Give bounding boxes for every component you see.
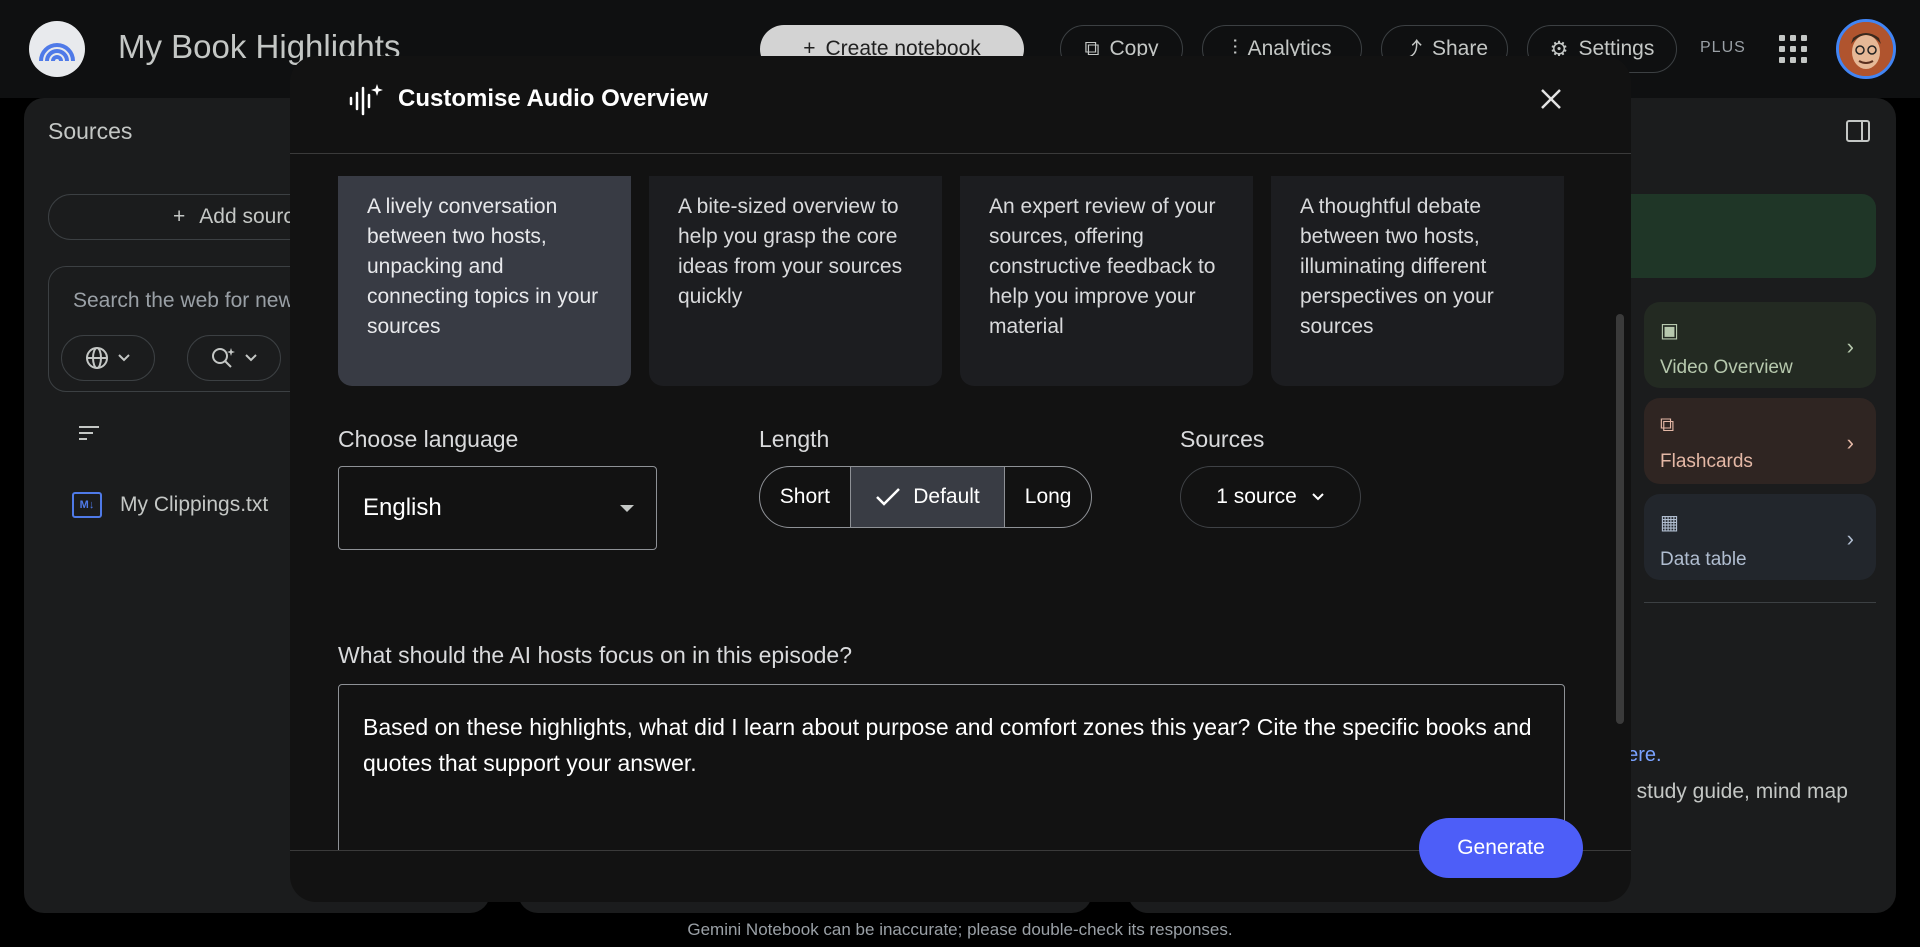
format-card-desc: An expert review of your sources, offeri… [989, 195, 1216, 338]
chevron-down-icon [118, 354, 130, 362]
dialog-scrollbar[interactable] [1616, 314, 1624, 724]
chevron-down-icon [245, 354, 257, 362]
format-card-debate[interactable]: A thoughtful debate between two hosts, i… [1271, 176, 1564, 386]
close-icon [1541, 89, 1561, 109]
focus-prompt-input[interactable]: Based on these highlights, what did I le… [338, 684, 1565, 850]
language-select[interactable]: English [338, 466, 657, 550]
avatar[interactable] [1836, 19, 1896, 79]
audio-sparkle-icon [349, 84, 383, 116]
customise-audio-dialog: Customise Audio Overview A lively conver… [290, 56, 1631, 902]
globe-icon [86, 347, 108, 369]
markdown-file-icon: M↓ [72, 492, 102, 518]
length-label: Length [759, 426, 830, 452]
check-icon [876, 488, 901, 506]
video-overview-card[interactable]: ▣ Video Overview › [1644, 302, 1876, 388]
research-mode-dropdown[interactable] [187, 335, 281, 381]
length-short-option[interactable]: Short [760, 467, 851, 527]
language-select-value: English [363, 494, 442, 521]
video-icon: ▣ [1660, 320, 1679, 342]
format-card-deep-dive[interactable]: A lively conversation between two hosts,… [338, 176, 631, 386]
length-segmented-control: Short Default Long [759, 466, 1092, 528]
disclaimer-text: Gemini Notebook can be inaccurate; pleas… [687, 920, 1233, 939]
dialog-header: Customise Audio Overview [290, 56, 1631, 154]
length-default-option[interactable]: Default [850, 467, 1006, 527]
data-table-card[interactable]: ▦ Data table › [1644, 494, 1876, 580]
table-icon: ▦ [1660, 512, 1679, 534]
apps-grid-icon[interactable] [1779, 35, 1807, 63]
web-source-dropdown[interactable] [61, 335, 155, 381]
format-card-desc: A thoughtful debate between two hosts, i… [1300, 195, 1494, 338]
chevron-right-icon: › [1846, 526, 1854, 551]
chevron-right-icon: › [1846, 334, 1854, 359]
close-button[interactable] [1530, 78, 1572, 120]
chevron-down-icon [1312, 493, 1324, 501]
flashcards-card[interactable]: ⧉ Flashcards › [1644, 398, 1876, 484]
format-card-desc: A lively conversation between two hosts,… [367, 195, 599, 338]
format-card-critique[interactable]: An expert review of your sources, offeri… [960, 176, 1253, 386]
sort-icon[interactable] [77, 424, 101, 442]
length-long-option[interactable]: Long [1005, 467, 1091, 527]
dialog-body: A lively conversation between two hosts,… [290, 154, 1631, 850]
generate-button[interactable]: Generate [1419, 818, 1583, 878]
sources-label: Sources [1180, 426, 1265, 452]
sources-panel-title: Sources [48, 118, 133, 144]
language-label: Choose language [338, 426, 519, 452]
flashcards-icon: ⧉ [1660, 414, 1675, 436]
studio-divider [1644, 602, 1876, 603]
source-item-label: My Clippings.txt [120, 493, 269, 516]
plus-icon: + [173, 205, 186, 228]
source-item[interactable]: M↓ My Clippings.txt [72, 492, 268, 518]
search-sparkle-icon [212, 348, 235, 368]
sources-dropdown[interactable]: 1 source [1180, 466, 1361, 528]
format-card-brief[interactable]: A bite-sized overview to help you grasp … [649, 176, 942, 386]
app-logo-icon[interactable] [29, 21, 85, 77]
dropdown-caret-icon [620, 505, 634, 512]
studio-hint-text: y, study guide, mind map [1616, 780, 1848, 803]
focus-prompt-label: What should the AI hosts focus on in thi… [338, 642, 852, 668]
dialog-title: Customise Audio Overview [398, 85, 708, 112]
format-card-desc: A bite-sized overview to help you grasp … [678, 195, 903, 308]
collapse-panel-icon[interactable] [1846, 120, 1870, 142]
plan-badge: PLUS [1700, 39, 1746, 56]
chevron-right-icon: › [1846, 430, 1854, 455]
